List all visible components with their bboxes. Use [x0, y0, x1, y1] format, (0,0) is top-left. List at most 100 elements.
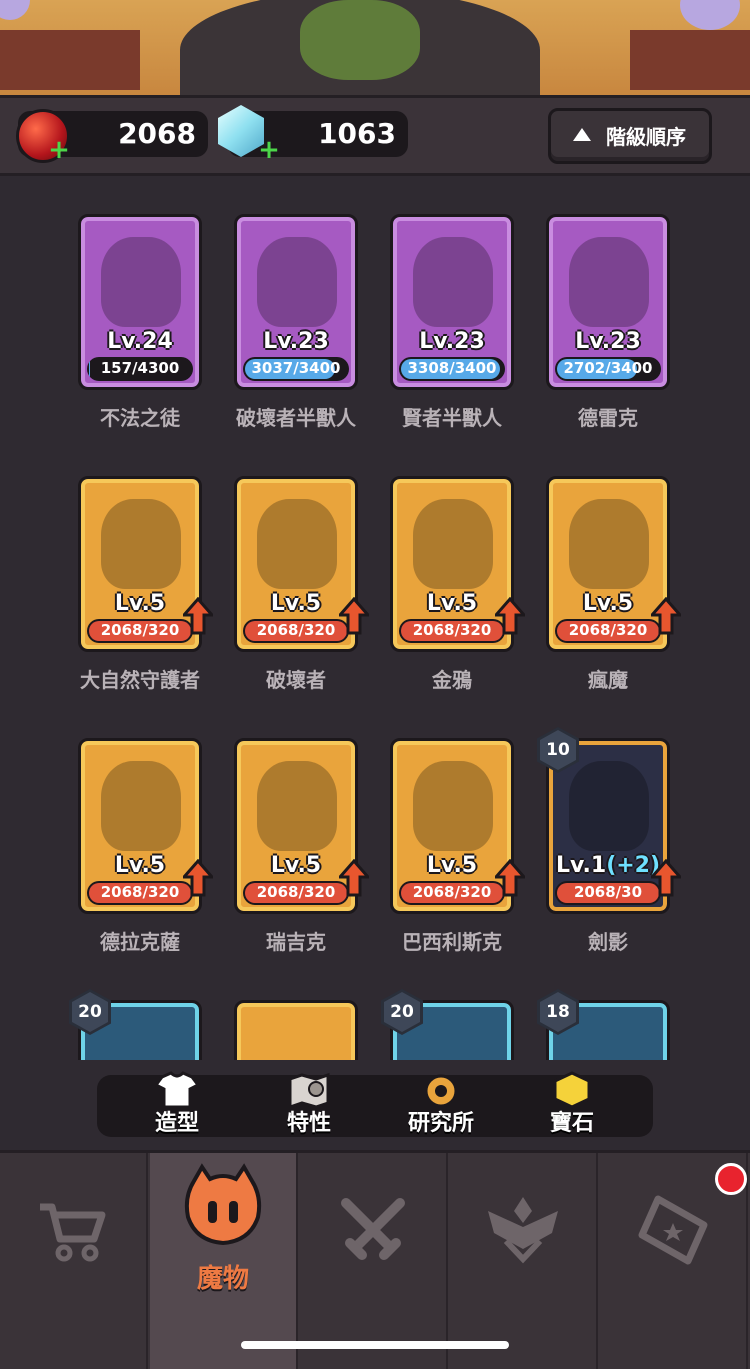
monster-name: 瘋魔: [528, 664, 688, 693]
upgrade-arrow-icon: [651, 597, 681, 635]
monster-name: 破壞者: [216, 664, 376, 693]
card-progress-text: 3308/3400: [399, 359, 505, 377]
add-gem-icon[interactable]: +: [258, 139, 280, 161]
monster-name: 巴西利斯克: [372, 926, 532, 955]
sub-tab[interactable]: 寶石: [517, 1075, 627, 1137]
monster-card[interactable]: Lv.52068/320: [234, 738, 358, 914]
card-progress-bar: 2068/320: [399, 619, 505, 643]
monster-level: Lv.5: [549, 591, 667, 616]
card-progress-bar: 2068/320: [555, 619, 661, 643]
monster-card-partial[interactable]: 18: [546, 1000, 670, 1060]
monster-card-partial[interactable]: [234, 1000, 358, 1060]
monster-name: 破壞者半獸人: [216, 402, 376, 431]
monster-face-icon: [180, 1163, 266, 1249]
upgrade-arrow-icon: [495, 597, 525, 635]
monster-name: 大自然守護者: [60, 664, 220, 693]
monster-portrait: [413, 237, 493, 327]
monster-portrait: [101, 499, 181, 589]
bottom-navigation: 魔物: [0, 1150, 750, 1369]
crossed-swords-icon: [336, 1193, 410, 1267]
monster-card[interactable]: Lv.5 2068/320: [546, 476, 670, 652]
monster-card[interactable]: 10Lv.1(+2)2068/30: [546, 738, 670, 914]
card-progress-bar: 2068/320: [87, 619, 193, 643]
gem-amount: 1063: [318, 117, 396, 150]
monster-portrait: [101, 761, 181, 851]
card-progress-text: 157/4300: [87, 359, 193, 377]
monster-name: 德拉克薩: [60, 926, 220, 955]
gem-icon: [549, 1071, 595, 1109]
cart-icon: [36, 1193, 110, 1267]
monster-card-partial[interactable]: 20: [390, 1000, 514, 1060]
monster-card-partial[interactable]: 20: [78, 1000, 202, 1060]
monster-level: Lv.5: [237, 591, 355, 616]
monster-portrait: [569, 761, 649, 851]
monster-level: Lv.5: [393, 853, 511, 878]
sub-tab-label: 特性: [254, 1105, 364, 1137]
sub-tab[interactable]: 造型: [122, 1075, 232, 1137]
gear-icon: [418, 1071, 464, 1109]
card-progress-text: 2068/320: [243, 621, 349, 639]
resource-bar: + 2068 + 1063 階級順序: [0, 95, 750, 176]
card-progress-bar: 3037/3400: [243, 357, 349, 381]
monster-portrait: [257, 761, 337, 851]
sub-tab[interactable]: 特性: [254, 1075, 364, 1137]
card-progress-bar: 3308/3400: [399, 357, 505, 381]
card-progress-text: 2068/320: [555, 621, 661, 639]
monster-name: 不法之徒: [60, 402, 220, 431]
monster-name: 劍影: [528, 926, 688, 955]
upgrade-arrow-icon: [183, 859, 213, 897]
monster-portrait: [413, 499, 493, 589]
monster-card[interactable]: Lv.23 3308/3400: [390, 214, 514, 390]
monster-portrait: [257, 499, 337, 589]
monster-level: Lv.23: [393, 329, 511, 354]
monster-card[interactable]: Lv.5 2068/320: [78, 476, 202, 652]
sub-tab-strip: 造型特性研究所寶石: [97, 1075, 653, 1137]
monster-card[interactable]: Lv.52068/320: [78, 738, 202, 914]
monster-name: 瑞吉克: [216, 926, 376, 955]
nav-tab-label: 魔物: [150, 1258, 296, 1295]
monster-portrait: [413, 761, 493, 851]
monster-portrait: [101, 237, 181, 327]
add-red-orb-icon[interactable]: +: [48, 139, 70, 161]
sub-tab[interactable]: 研究所: [386, 1075, 496, 1137]
sort-triangle-icon: [573, 128, 591, 141]
monster-card[interactable]: Lv.5 2068/320: [390, 738, 514, 914]
nav-tab[interactable]: [300, 1153, 448, 1369]
nav-tab[interactable]: [450, 1153, 598, 1369]
monster-name: 德雷克: [528, 402, 688, 431]
monster-portrait: [569, 499, 649, 589]
red-orb-counter[interactable]: + 2068: [18, 111, 208, 157]
card-progress-text: 2068/320: [87, 621, 193, 639]
monster-level: Lv.1(+2): [549, 853, 667, 878]
card-progress-text: 2068/320: [399, 883, 505, 901]
upgrade-arrow-icon: [183, 597, 213, 635]
sort-order-label: 階級順序: [606, 121, 686, 150]
monster-card[interactable]: Lv.52068/320: [390, 476, 514, 652]
sub-tab-label: 寶石: [517, 1105, 627, 1137]
nav-tab[interactable]: 魔物: [150, 1153, 298, 1369]
card-progress-bar: 2068/320: [243, 881, 349, 905]
card-progress-text: 2702/3400: [555, 359, 661, 377]
monster-card[interactable]: Lv.24 157/4300: [78, 214, 202, 390]
monster-portrait: [257, 237, 337, 327]
monster-card[interactable]: Lv.233037/3400: [234, 214, 358, 390]
monster-level: Lv.5: [81, 591, 199, 616]
monster-level: Lv.5: [81, 853, 199, 878]
rank-wings-icon: [486, 1193, 560, 1267]
sort-order-button[interactable]: 階級順序: [548, 108, 712, 164]
map-icon: [286, 1071, 332, 1109]
nav-tab[interactable]: [0, 1153, 148, 1369]
home-indicator[interactable]: [241, 1341, 509, 1349]
card-progress-text: 3037/3400: [243, 359, 349, 377]
monster-card[interactable]: Lv.5 2068/320: [234, 476, 358, 652]
card-progress-text: 2068/320: [243, 883, 349, 901]
gem-counter[interactable]: + 1063: [228, 111, 408, 157]
card-progress-bar: 157/4300: [87, 357, 193, 381]
monster-card[interactable]: Lv.232702/3400: [546, 214, 670, 390]
card-progress-text: 2068/30: [555, 883, 661, 901]
sub-tab-label: 研究所: [386, 1105, 496, 1137]
monster-level: Lv.24: [81, 329, 199, 354]
red-orb-amount: 2068: [118, 117, 196, 150]
notification-dot: [715, 1163, 747, 1195]
shirt-icon: [154, 1071, 200, 1109]
